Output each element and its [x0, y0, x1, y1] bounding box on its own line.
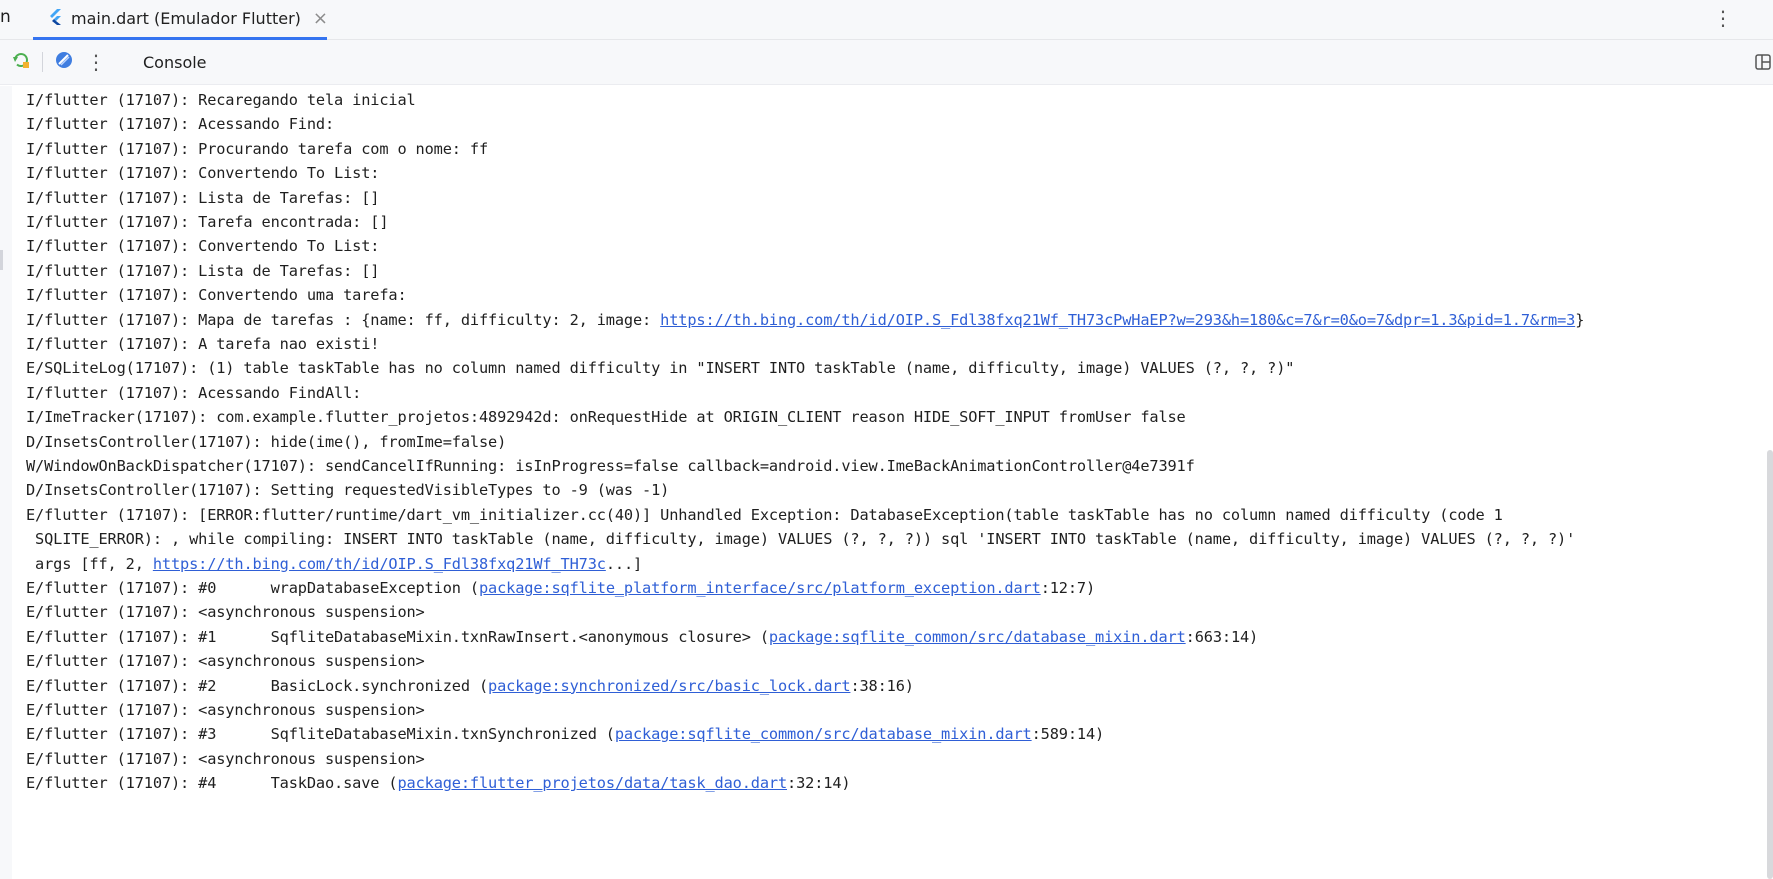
log-text: D/InsetsController(17107): Setting reque…: [26, 481, 670, 500]
log-text-suffix: :12:7): [1040, 579, 1096, 597]
previous-tab-fragment[interactable]: n: [0, 0, 11, 38]
run-toolbar: ⋮ Console: [0, 40, 1773, 85]
log-text: I/flutter (17107): Procurando tarefa com…: [26, 139, 489, 158]
more-options-icon[interactable]: ⋮: [1713, 6, 1733, 30]
log-line: I/flutter (17107): Lista de Tarefas: []: [26, 185, 379, 212]
log-text: I/flutter (17107): Acessando FindAll:: [26, 383, 362, 402]
log-text: I/flutter (17107): Tarefa encontrada: []: [26, 213, 389, 231]
log-text-suffix: }: [1575, 310, 1585, 329]
log-line: E/flutter (17107): [ERROR:flutter/runtim…: [26, 502, 1503, 529]
tab-main-dart[interactable]: main.dart (Emulador Flutter) ×: [33, 0, 328, 40]
toolbar-separator: [42, 52, 43, 72]
devtools-button[interactable]: [53, 51, 75, 73]
log-text: I/flutter (17107): Lista de Tarefas: []: [26, 261, 380, 280]
log-text: E/flutter (17107): <asynchronous suspens…: [26, 749, 425, 768]
log-text: E/flutter (17107): <asynchronous suspens…: [26, 603, 425, 622]
close-icon[interactable]: ×: [313, 8, 328, 29]
console-output[interactable]: I/flutter (17107): Recaregando tela inic…: [12, 86, 1773, 879]
log-line: I/flutter (17107): Mapa de tarefas : {na…: [26, 307, 1584, 334]
log-text-suffix: :589:14): [1031, 725, 1105, 744]
log-line: I/flutter (17107): Convertendo To List:: [26, 160, 379, 187]
log-text: I/flutter (17107): Mapa de tarefas : {na…: [26, 310, 661, 329]
log-link[interactable]: package:sqflite_common/src/database_mixi…: [769, 628, 1186, 646]
tab-title: main.dart (Emulador Flutter): [71, 9, 301, 28]
log-link[interactable]: package:sqflite_common/src/database_mixi…: [615, 725, 1032, 743]
log-text-suffix: :663:14): [1185, 627, 1259, 646]
log-text: I/flutter (17107): Convertendo To List:: [26, 237, 380, 256]
log-line: I/flutter (17107): Acessando Find:: [26, 111, 334, 138]
log-text-suffix: ...]: [605, 554, 643, 573]
log-line: I/flutter (17107): A tarefa nao existi!: [26, 331, 379, 358]
log-line: E/flutter (17107): <asynchronous suspens…: [26, 648, 425, 675]
log-line: I/flutter (17107): Procurando tarefa com…: [26, 136, 488, 163]
log-line: E/flutter (17107): <asynchronous suspens…: [26, 697, 425, 724]
log-line: args [ff, 2, https://th.bing.com/th/id/O…: [26, 551, 642, 578]
log-line: E/flutter (17107): <asynchronous suspens…: [26, 746, 425, 773]
log-line: I/flutter (17107): Convertendo To List:: [26, 233, 379, 260]
log-line: I/flutter (17107): Recaregando tela inic…: [26, 87, 416, 114]
log-text: E/flutter (17107): #2 BasicLock.synchron…: [26, 676, 489, 695]
log-text: I/flutter (17107): Convertendo To List:: [26, 164, 380, 183]
log-text: W/WindowOnBackDispatcher(17107): sendCan…: [26, 457, 1195, 475]
log-text: E/SQLiteLog(17107): (1) table taskTable …: [26, 359, 1295, 378]
more-actions-icon[interactable]: ⋮: [85, 50, 107, 74]
log-link[interactable]: https://th.bing.com/th/id/OIP.S_Fdl38fxq…: [153, 555, 606, 573]
hot-restart-button[interactable]: [10, 51, 32, 73]
editor-tab-bar: n main.dart (Emulador Flutter) × ⋮: [0, 0, 1773, 40]
log-line: I/flutter (17107): Lista de Tarefas: []: [26, 258, 379, 285]
log-line: E/flutter (17107): #1 SqfliteDatabaseMix…: [26, 624, 1258, 651]
log-text: I/flutter (17107): Acessando Find:: [26, 115, 335, 134]
log-line: I/flutter (17107): Convertendo uma taref…: [26, 282, 407, 309]
log-text: E/flutter (17107): #3 SqfliteDatabaseMix…: [26, 725, 615, 744]
log-line: D/InsetsController(17107): Setting reque…: [26, 477, 669, 504]
log-line: I/flutter (17107): Tarefa encontrada: []: [26, 209, 389, 236]
log-text: I/flutter (17107): A tarefa nao existi!: [26, 335, 380, 353]
log-text: E/flutter (17107): #4 TaskDao.save (: [26, 774, 398, 793]
log-text: E/flutter (17107): #0 wrapDatabaseExcept…: [26, 579, 479, 597]
log-text: I/flutter (17107): Recaregando tela inic…: [26, 91, 416, 109]
log-line: I/flutter (17107): Acessando FindAll:: [26, 380, 361, 407]
log-line: E/flutter (17107): #2 BasicLock.synchron…: [26, 673, 914, 700]
log-line: E/flutter (17107): #0 wrapDatabaseExcept…: [26, 575, 1095, 602]
log-line: E/flutter (17107): <asynchronous suspens…: [26, 599, 425, 626]
log-text: E/flutter (17107): <asynchronous suspens…: [26, 652, 425, 671]
log-line: D/InsetsController(17107): hide(ime(), f…: [26, 429, 506, 456]
log-text: E/flutter (17107): #1 SqfliteDatabaseMix…: [26, 627, 769, 646]
hot-restart-icon: [11, 50, 31, 74]
log-text-suffix: :32:14): [787, 774, 851, 793]
log-line: SQLITE_ERROR): , while compiling: INSERT…: [26, 526, 1575, 553]
log-line: I/ImeTracker(17107): com.example.flutter…: [26, 404, 1186, 431]
layout-icon[interactable]: [1753, 52, 1773, 72]
console-gutter: [0, 86, 12, 879]
vertical-scrollbar[interactable]: [1767, 450, 1773, 879]
log-line: E/SQLiteLog(17107): (1) table taskTable …: [26, 355, 1294, 382]
log-text: E/flutter (17107): <asynchronous suspens…: [26, 701, 425, 719]
log-link[interactable]: https://th.bing.com/th/id/OIP.S_Fdl38fxq…: [660, 311, 1575, 329]
flutter-icon: [49, 8, 63, 29]
log-text: I/flutter (17107): Convertendo uma taref…: [26, 286, 407, 305]
log-text: E/flutter (17107): [ERROR:flutter/runtim…: [26, 505, 1503, 524]
log-text: I/ImeTracker(17107): com.example.flutter…: [26, 408, 1186, 427]
log-text: I/flutter (17107): Lista de Tarefas: []: [26, 188, 380, 207]
log-line: E/flutter (17107): #3 SqfliteDatabaseMix…: [26, 721, 1104, 748]
log-line: E/flutter (17107): #4 TaskDao.save (pack…: [26, 770, 851, 797]
log-text-suffix: :38:16): [850, 676, 914, 695]
devtools-icon: [55, 51, 73, 73]
log-text: args [ff, 2,: [26, 554, 153, 573]
log-line: W/WindowOnBackDispatcher(17107): sendCan…: [26, 453, 1195, 480]
log-link[interactable]: package:synchronized/src/basic_lock.dart: [488, 677, 851, 695]
log-link[interactable]: package:sqflite_platform_interface/src/p…: [479, 579, 1041, 597]
log-text: SQLITE_ERROR): , while compiling: INSERT…: [26, 530, 1576, 549]
tab-console[interactable]: Console: [143, 53, 207, 72]
log-text: D/InsetsController(17107): hide(ime(), f…: [26, 432, 507, 451]
log-link[interactable]: package:flutter_projetos/data/task_dao.d…: [397, 774, 787, 792]
gutter-marker: [0, 250, 3, 270]
